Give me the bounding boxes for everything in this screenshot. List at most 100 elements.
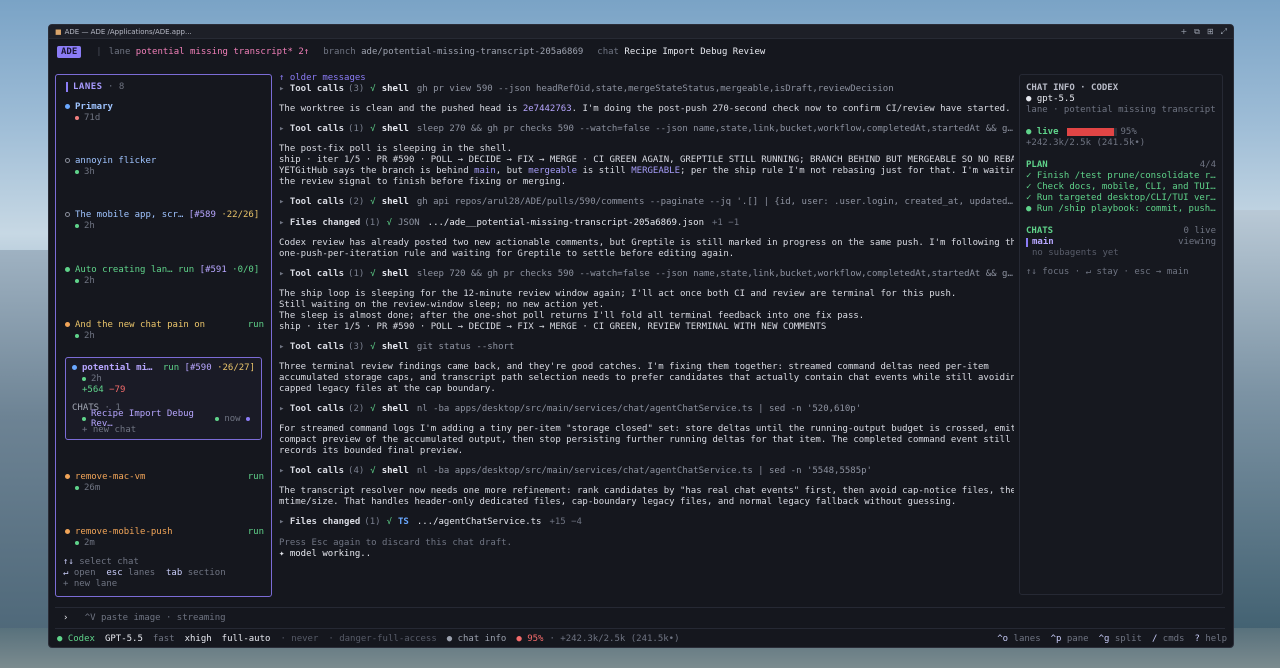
lane-dot-icon xyxy=(65,322,70,327)
context-percent: ● 95% xyxy=(516,634,544,644)
files-changed-row[interactable]: ▸ Files changed (1) √ JSON .../ade__potentia… xyxy=(279,218,1014,229)
speed-setting[interactable]: fast xyxy=(153,634,175,644)
title-bar: ■ ADE — ADE /Applications/ADE.app... + ⧉… xyxy=(49,25,1233,39)
tool-calls-row[interactable]: ▸ Tool calls (2) √ shell nl -ba apps/desktop… xyxy=(279,404,1014,415)
chat-transcript: ↑ older messages ▸ Tool calls (3) √ shell gh… xyxy=(279,73,1014,589)
lane-label: lane xyxy=(108,47,131,57)
lane-dot-icon xyxy=(65,158,70,163)
sandbox-setting: · danger-full-access xyxy=(328,634,437,644)
model-selector[interactable]: GPT-5.5 xyxy=(105,634,143,644)
model-working-indicator: ✦ model working.. xyxy=(279,549,372,559)
older-messages-link[interactable]: ↑ older messages xyxy=(279,73,1014,84)
new-chat-button[interactable]: + new chat xyxy=(82,425,136,435)
tool-calls-row[interactable]: ▸ Tool calls (4) √ shell nl -ba apps/desktop… xyxy=(279,466,1014,477)
selected-dot-icon xyxy=(246,416,250,421)
lane-dot-icon xyxy=(65,267,70,272)
tool-calls-row[interactable]: ▸ Tool calls (1) √ shell sleep 270 && gh pr … xyxy=(279,124,1014,135)
token-usage: +242.3k/2.5k (241.5k•) xyxy=(1026,138,1146,148)
status-dot-icon xyxy=(75,169,79,174)
lane-item-remove-mac-vm[interactable]: remove-mac-vm run 26m xyxy=(65,471,264,493)
plan-item: ● Run /ship playbook: commit, push, P… xyxy=(1026,204,1216,214)
ade-badge: ADE xyxy=(57,46,82,58)
assistant-message: The ship loop is sleeping for the 12-min… xyxy=(279,289,957,332)
no-subagents: no subagents yet xyxy=(1032,248,1119,258)
lane-item-annoyin-flicker[interactable]: annoyin flicker 3h xyxy=(65,155,264,177)
check-icon: √ xyxy=(386,218,392,228)
context-usage: ● live 95% xyxy=(1026,127,1137,137)
shortcut-cmds[interactable]: cmds xyxy=(1163,634,1185,644)
lane-item-remove-mobile-push[interactable]: remove-mobile-push run 2m xyxy=(65,526,264,548)
info-chats-header: CHATS 0 live xyxy=(1026,226,1216,236)
split-icon[interactable]: ⧉ xyxy=(1194,27,1200,37)
chat-info-title: CHAT INFO · CODEX xyxy=(1026,83,1119,93)
chat-info-toggle[interactable]: ● chat info xyxy=(447,634,507,644)
chat-item-recipe[interactable]: Recipe Import Debug Rev… now xyxy=(72,409,255,429)
lane-item-mobile-app[interactable]: The mobile app, scr… [#589 ·22/26] 2h xyxy=(65,209,264,231)
plan-item: ✓ Finish /test prune/consolidate revi… xyxy=(1026,171,1216,181)
check-icon: √ xyxy=(370,124,376,134)
check-icon: √ xyxy=(370,197,376,207)
lane-value[interactable]: potential missing transcript* 2↑ xyxy=(136,47,309,57)
terminal-window: ■ ADE — ADE /Applications/ADE.app... + ⧉… xyxy=(48,24,1234,648)
branch-value: ade/potential-missing-transcript-205a686… xyxy=(361,47,584,57)
window-title: ADE — ADE /Applications/ADE.app... xyxy=(64,27,192,36)
lines-added: +564 xyxy=(82,384,104,395)
lane-dot-icon xyxy=(65,212,70,217)
branch-label: branch xyxy=(323,47,356,57)
chat-info-panel: CHAT INFO · CODEX ● gpt-5.5 lane · poten… xyxy=(1019,74,1223,595)
lane-dot-icon xyxy=(72,365,77,370)
assistant-message: The post-fix poll is sleeping in the she… xyxy=(279,144,1014,187)
lanes-count: · 8 xyxy=(108,82,125,92)
shortcut-lanes[interactable]: lanes xyxy=(1014,634,1041,644)
status-dot-icon xyxy=(75,278,79,283)
lane-item-primary[interactable]: Primary 71d xyxy=(65,101,264,123)
sidebar-help: ↑↓ select chat ↵ open esc lanes tab sect… xyxy=(63,557,226,589)
shortcut-pane[interactable]: pane xyxy=(1067,634,1089,644)
status-dot-icon xyxy=(75,223,79,228)
tool-calls-row[interactable]: ▸ Tool calls (1) √ shell sleep 720 && gh pr … xyxy=(279,269,1014,280)
chat-dot-icon xyxy=(82,416,86,421)
assistant-message: For streamed command logs I'm adding a t… xyxy=(279,424,1014,456)
status-dot-icon xyxy=(75,540,79,545)
check-icon: √ xyxy=(370,84,376,94)
lane-item-potential-missing-active[interactable]: potential missi… run [#590 ·26/27] 2h +5… xyxy=(65,357,262,440)
check-icon: √ xyxy=(370,404,376,414)
check-icon: √ xyxy=(370,269,376,279)
status-dot-icon xyxy=(75,485,79,490)
status-dot-icon xyxy=(75,115,79,120)
lane-dot-icon xyxy=(65,474,70,479)
plan-item: ✓ Run targeted desktop/CLI/TUI verifi… xyxy=(1026,193,1216,203)
message-input[interactable]: › ^V paste image · streaming xyxy=(55,607,1225,629)
agent-indicator: ● Codex xyxy=(57,634,95,644)
shortcut-split[interactable]: split xyxy=(1115,634,1142,644)
assistant-message: Three terminal review findings came back… xyxy=(279,362,1014,394)
mode-setting[interactable]: full-auto xyxy=(222,634,271,644)
status-dot-icon xyxy=(75,333,79,338)
chat-value[interactable]: Recipe Import Debug Review xyxy=(624,47,765,57)
lane-info: lane · potential missing transcript xyxy=(1026,105,1216,115)
files-changed-row[interactable]: ▸ Files changed (1) √ TS .../agentChatServic… xyxy=(279,517,1014,528)
lines-removed: −79 xyxy=(109,384,126,395)
plan-item: ✓ Check docs, mobile, CLI, and TUI pa… xyxy=(1026,182,1216,192)
lane-item-new-chat-pain[interactable]: And the new chat pain on run 2h xyxy=(65,319,264,341)
grid-icon[interactable]: ⊞ xyxy=(1207,27,1214,36)
new-lane-button[interactable]: + new lane xyxy=(63,579,117,589)
info-chat-main[interactable]: main viewing xyxy=(1026,237,1216,248)
shortcut-help[interactable]: help xyxy=(1205,634,1227,644)
expand-icon[interactable]: ⤢ xyxy=(1221,27,1227,37)
tool-calls-row[interactable]: ▸ Tool calls (3) √ shell git status --short xyxy=(279,342,1014,353)
model-name: ● gpt-5.5 xyxy=(1026,94,1075,104)
tool-calls-row[interactable]: ▸ Tool calls (3) √ shell gh pr view 590 --js… xyxy=(279,84,1014,95)
live-dot-icon xyxy=(215,416,220,421)
info-help: ↑↓ focus · ↵ stay · esc → main xyxy=(1026,267,1189,277)
effort-setting[interactable]: xhigh xyxy=(185,634,212,644)
tool-calls-row[interactable]: ▸ Tool calls (2) √ shell gh api repos/arul28… xyxy=(279,197,1014,208)
add-icon[interactable]: + xyxy=(1180,27,1187,36)
input-hint: ^V paste image · streaming xyxy=(84,613,226,623)
status-dot-icon xyxy=(82,376,86,381)
lane-item-auto-creating[interactable]: Auto creating lan… run [#591 ·0/0] 2h xyxy=(65,264,264,286)
top-bar: ADE | lane potential missing transcript*… xyxy=(57,45,1227,59)
status-tokens: · +242.3k/2.5k (241.5k•) xyxy=(549,634,680,644)
check-icon: √ xyxy=(386,517,392,527)
lanes-title: LANES xyxy=(73,82,103,92)
